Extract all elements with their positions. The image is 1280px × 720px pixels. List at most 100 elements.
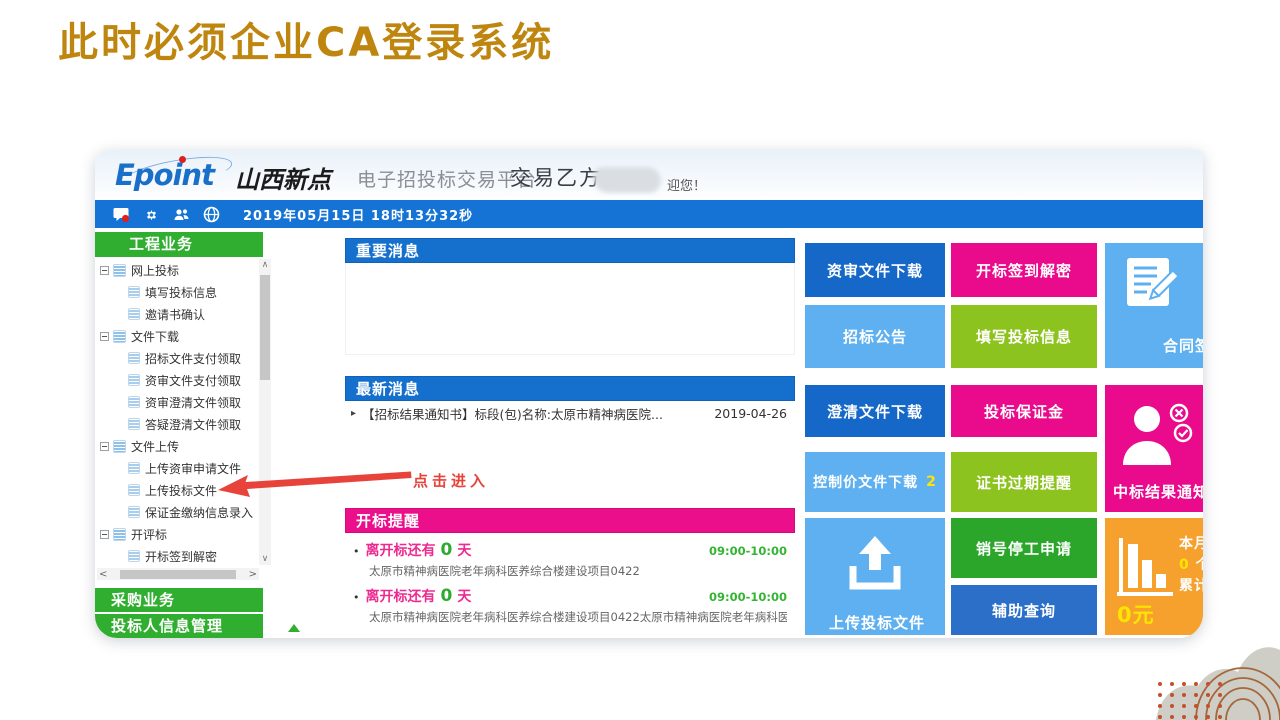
- sidebar: 工程业务 网上投标 填写投标信息 邀请书确认 文件下载 招标文件支付领取 资审文…: [95, 228, 271, 638]
- tree-item-bid-file-pay[interactable]: 招标文件支付领取: [95, 347, 259, 369]
- tree-item-fill-bid-info[interactable]: 填写投标信息: [95, 281, 259, 303]
- contract-icon: [1123, 256, 1179, 308]
- tile-opening-signin-decrypt[interactable]: 开标签到解密: [951, 243, 1097, 297]
- tree-item-label: 开评标: [131, 526, 167, 543]
- news-item[interactable]: ▸ 【招标结果通知书】标段(包)名称:太原市精神病医院... 2019-04-2…: [345, 401, 795, 425]
- tile-award-result-notice[interactable]: 中标结果通知: [1105, 385, 1203, 512]
- sidebar-section-bidder-info[interactable]: 投标人信息管理: [95, 614, 263, 638]
- tree-item-online-bidding[interactable]: 网上投标: [95, 259, 259, 281]
- tree-item-label: 资审文件支付领取: [145, 372, 241, 389]
- collapse-icon[interactable]: [100, 442, 109, 451]
- datetime-display: 2019年05月15日 18时13分32秒: [243, 205, 473, 224]
- tree-item-label: 网上投标: [131, 262, 179, 279]
- tree-item-label: 文件下载: [131, 328, 179, 345]
- tree-item-prequal-clarify[interactable]: 资审澄清文件领取: [95, 391, 259, 413]
- tree-item-bid-opening[interactable]: 开评标: [95, 523, 259, 545]
- chat-icon[interactable]: [113, 206, 130, 223]
- reminder-prefix: 离开标还有: [366, 540, 436, 560]
- doc-icon: [128, 462, 140, 474]
- app-toolbar: 2019年05月15日 18时13分32秒: [95, 200, 1203, 228]
- collapse-icon[interactable]: [100, 266, 109, 275]
- collapse-icon[interactable]: [100, 332, 109, 341]
- tile-cancel-stop-apply[interactable]: 销号停工申请: [951, 518, 1097, 578]
- tile-monthly-stats[interactable]: 本月中 0 个标 累计中 0元: [1105, 518, 1203, 635]
- tile-bid-announcement[interactable]: 招标公告: [805, 305, 945, 368]
- reminder-detail[interactable]: 太原市精神病医院老年病科医养综合楼建设项目0422: [353, 560, 787, 579]
- tile-clarify-file-download[interactable]: 澄清文件下载: [805, 385, 945, 437]
- reminder-item[interactable]: • 离开标还有 0 天 09:00-10:00 太原市精神病医院老年病科医养综合…: [345, 533, 795, 579]
- tree-item-qa-clarify[interactable]: 答疑澄清文件领取: [95, 413, 259, 435]
- stats-line3: 累计中: [1179, 576, 1203, 597]
- tile-contract-sign[interactable]: 合同签: [1105, 243, 1203, 368]
- scroll-right-icon[interactable]: >: [249, 569, 257, 580]
- reminder-unit: 天: [457, 540, 471, 560]
- count-badge: 2: [926, 474, 937, 490]
- sidebar-section-procurement[interactable]: 采购业务: [95, 588, 263, 612]
- panel-important-messages: 重要消息: [345, 238, 795, 355]
- tree-item-upload-bid-file[interactable]: 上传投标文件: [95, 479, 259, 501]
- tree-item-file-upload[interactable]: 文件上传: [95, 435, 259, 457]
- scrollbar-thumb[interactable]: [260, 275, 270, 380]
- horizontal-scrollbar[interactable]: < >: [97, 568, 259, 580]
- stats-line2: 个标: [1196, 557, 1203, 573]
- tree-item-signin-decrypt[interactable]: 开标签到解密: [95, 545, 259, 567]
- tile-upload-bid-file[interactable]: 上传投标文件: [805, 518, 945, 635]
- scroll-down-icon[interactable]: ∨: [259, 554, 271, 564]
- app-body: 工程业务 网上投标 填写投标信息 邀请书确认 文件下载 招标文件支付领取 资审文…: [95, 228, 1203, 638]
- tree-item-invitation-confirm[interactable]: 邀请书确认: [95, 303, 259, 325]
- news-item-date: 2019-04-26: [714, 406, 787, 421]
- panel-latest-body: ▸ 【招标结果通知书】标段(包)名称:太原市精神病医院... 2019-04-2…: [345, 401, 795, 427]
- reminder-detail[interactable]: 太原市精神病医院老年病科医养综合楼建设项目0422太原市精神病医院老年病科医养综…: [353, 606, 787, 625]
- dot-bullet-icon: •: [353, 591, 360, 604]
- users-icon[interactable]: [173, 206, 190, 223]
- doc-icon: [128, 506, 140, 518]
- tree-item-prequal-file-pay[interactable]: 资审文件支付领取: [95, 369, 259, 391]
- scroll-left-icon[interactable]: <: [99, 569, 107, 580]
- logo-red-dot-icon: [179, 156, 186, 163]
- tree-item-deposit-info[interactable]: 保证金缴纳信息录入: [95, 501, 259, 523]
- scrollbar-thumb[interactable]: [120, 570, 236, 579]
- tile-label: 合同签: [1163, 335, 1203, 356]
- folder-icon: [113, 330, 126, 343]
- upload-icon: [847, 536, 903, 594]
- panel-bid-reminder: 开标提醒 • 离开标还有 0 天 09:00-10:00 太原市精神病医院老年病…: [345, 508, 795, 638]
- globe-icon[interactable]: [203, 206, 220, 223]
- stats-amount: 0元: [1117, 599, 1155, 629]
- reminder-time: 09:00-10:00: [709, 544, 787, 558]
- tile-prequal-file-download[interactable]: 资审文件下载: [805, 243, 945, 297]
- tree-item-label: 上传投标文件: [145, 482, 217, 499]
- tile-label: 上传投标文件: [829, 612, 925, 633]
- collapse-icon[interactable]: [100, 530, 109, 539]
- panel-latest-header: 最新消息: [345, 376, 795, 401]
- stats-text: 本月中 0 个标 累计中: [1179, 534, 1203, 597]
- bar-chart-icon: [1115, 536, 1177, 600]
- tile-control-price-download[interactable]: 控制价文件下载 2: [805, 452, 945, 512]
- role-label: 交易乙方: [510, 162, 602, 192]
- vertical-scrollbar[interactable]: ∧ ∨: [259, 259, 271, 565]
- panel-important-body: [345, 263, 795, 355]
- reminder-time: 09:00-10:00: [709, 590, 787, 604]
- tree-item-label: 上传资审申请文件: [145, 460, 241, 477]
- tree-item-label: 开标签到解密: [145, 548, 217, 565]
- panel-important-header: 重要消息: [345, 238, 795, 263]
- reminder-unit: 天: [457, 586, 471, 606]
- news-item-text[interactable]: 【招标结果通知书】标段(包)名称:太原市精神病医院...: [362, 404, 706, 423]
- tile-fill-bid-info[interactable]: 填写投标信息: [951, 305, 1097, 368]
- tree-item-file-download[interactable]: 文件下载: [95, 325, 259, 347]
- winner-person-icon: [1119, 403, 1197, 469]
- doc-icon: [128, 484, 140, 496]
- reminder-prefix: 离开标还有: [366, 586, 436, 606]
- tile-bid-deposit[interactable]: 投标保证金: [951, 385, 1097, 437]
- reminder-item[interactable]: • 离开标还有 0 天 09:00-10:00 太原市精神病医院老年病科医养综合…: [345, 579, 795, 625]
- scroll-up-icon[interactable]: ∧: [259, 260, 271, 270]
- tree-item-upload-prequal[interactable]: 上传资审申请文件: [95, 457, 259, 479]
- stats-count: 0: [1179, 557, 1190, 573]
- tree-item-label: 答疑澄清文件领取: [145, 416, 241, 433]
- sidebar-section-engineering[interactable]: 工程业务: [95, 232, 263, 257]
- green-triangle-icon: [288, 624, 300, 632]
- tile-assist-query[interactable]: 辅助查询: [951, 585, 1097, 635]
- tile-label: 中标结果通知: [1113, 481, 1203, 502]
- gear-icon[interactable]: [143, 206, 160, 223]
- tile-cert-expiry-reminder[interactable]: 证书过期提醒: [951, 452, 1097, 512]
- redacted-username: [593, 167, 661, 193]
